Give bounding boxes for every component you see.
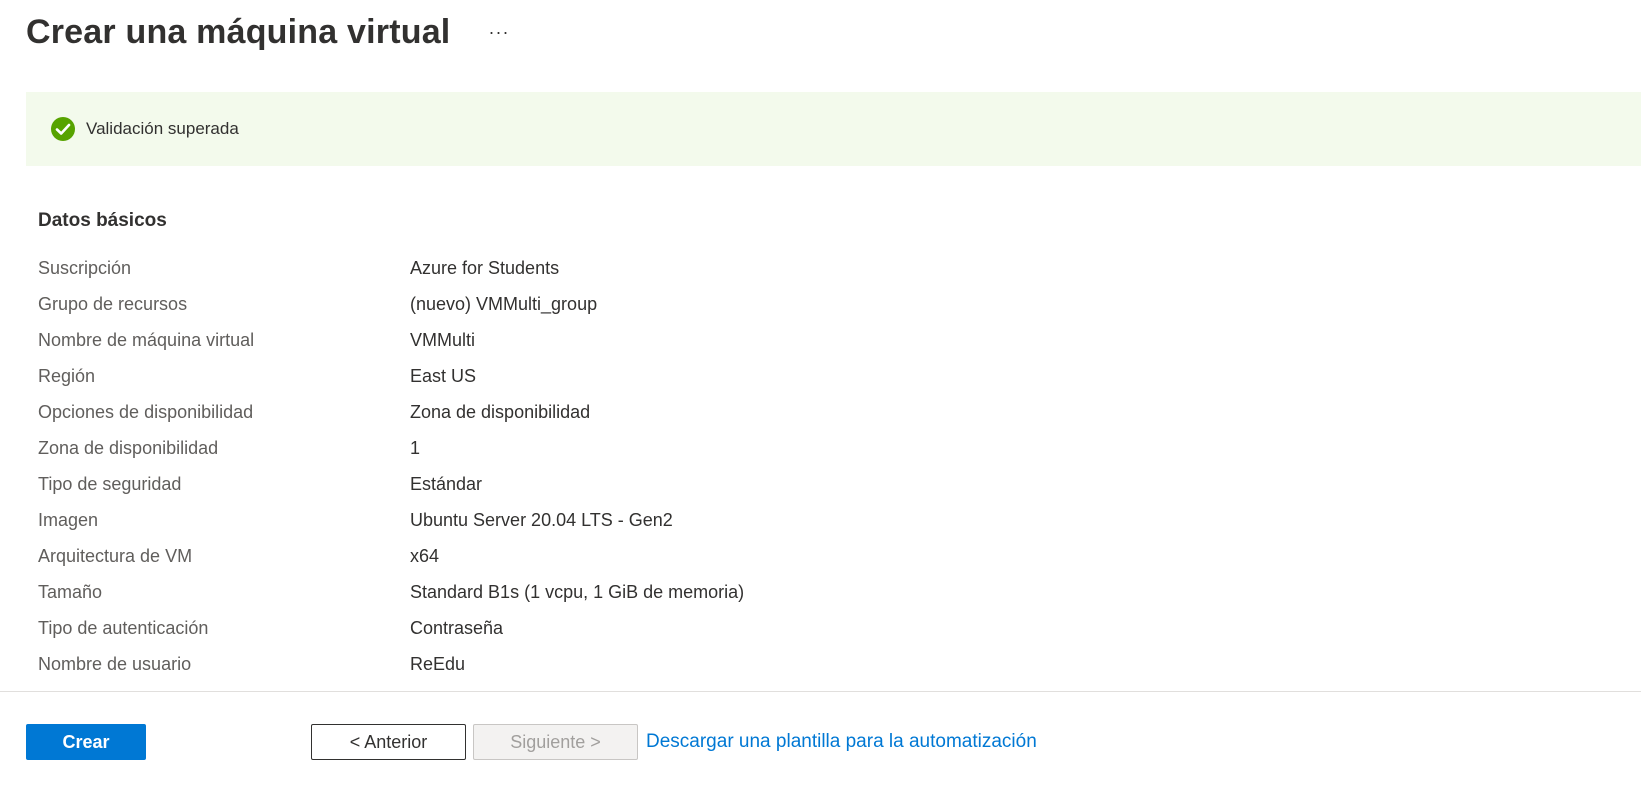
summary-value: Estándar bbox=[410, 473, 483, 494]
summary-label: Región bbox=[38, 365, 96, 386]
summary-row: Suscripción Azure for Students bbox=[38, 250, 1238, 286]
summary-row: Región East US bbox=[38, 358, 1238, 394]
summary-label: Opciones de disponibilidad bbox=[38, 401, 254, 422]
previous-button[interactable]: < Anterior bbox=[311, 724, 466, 760]
check-circle-icon bbox=[50, 116, 76, 142]
summary-label: Tipo de autenticación bbox=[38, 617, 209, 638]
summary-value: Contraseña bbox=[410, 617, 504, 638]
summary-label: Nombre de usuario bbox=[38, 653, 192, 674]
summary-label: Tipo de seguridad bbox=[38, 473, 182, 494]
summary-row: Tamaño Standard B1s (1 vcpu, 1 GiB de me… bbox=[38, 574, 1238, 610]
more-options-button[interactable]: ··· bbox=[488, 8, 509, 56]
summary-label: Imagen bbox=[38, 509, 99, 530]
page-title: Crear una máquina virtual bbox=[26, 13, 451, 51]
section-title-basics: Datos básicos bbox=[38, 210, 167, 231]
summary-label: Suscripción bbox=[38, 257, 132, 278]
summary-value: Azure for Students bbox=[410, 257, 560, 278]
next-button: Siguiente > bbox=[473, 724, 638, 760]
summary-value: East US bbox=[410, 365, 477, 386]
summary-value: 1 bbox=[410, 437, 421, 458]
summary-label: Arquitectura de VM bbox=[38, 545, 193, 566]
summary-row: Imagen Ubuntu Server 20.04 LTS - Gen2 bbox=[38, 502, 1238, 538]
summary-value: Zona de disponibilidad bbox=[410, 401, 591, 422]
summary-value: Ubuntu Server 20.04 LTS - Gen2 bbox=[410, 509, 673, 530]
summary-row: Nombre de usuario ReEdu bbox=[38, 646, 1238, 682]
summary-label: Grupo de recursos bbox=[38, 293, 188, 314]
summary-label: Nombre de máquina virtual bbox=[38, 329, 255, 350]
summary-label: Tamaño bbox=[38, 581, 103, 602]
summary-row: Zona de disponibilidad 1 bbox=[38, 430, 1238, 466]
download-template-link[interactable]: Descargar una plantilla para la automati… bbox=[646, 724, 1037, 760]
summary-value: x64 bbox=[410, 545, 440, 566]
validation-status-text: Validación superada bbox=[86, 119, 239, 138]
create-vm-page: Crear una máquina virtual ··· Validación… bbox=[0, 0, 1641, 795]
summary-value: VMMulti bbox=[410, 329, 476, 350]
summary-row: Grupo de recursos (nuevo) VMMulti_group bbox=[38, 286, 1238, 322]
footer-divider bbox=[0, 691, 1641, 692]
summary-value: ReEdu bbox=[410, 653, 466, 674]
page-header: Crear una máquina virtual ··· bbox=[26, 8, 509, 56]
summary-value: Standard B1s (1 vcpu, 1 GiB de memoria) bbox=[410, 581, 745, 602]
validation-banner: Validación superada bbox=[26, 92, 1641, 166]
summary-row: Opciones de disponibilidad Zona de dispo… bbox=[38, 394, 1238, 430]
summary-value: (nuevo) VMMulti_group bbox=[410, 293, 598, 314]
basics-summary: Suscripción Azure for Students Grupo de … bbox=[38, 250, 1238, 682]
summary-label: Zona de disponibilidad bbox=[38, 437, 219, 458]
summary-row: Tipo de seguridad Estándar bbox=[38, 466, 1238, 502]
summary-row: Nombre de máquina virtual VMMulti bbox=[38, 322, 1238, 358]
summary-row: Arquitectura de VM x64 bbox=[38, 538, 1238, 574]
summary-row: Tipo de autenticación Contraseña bbox=[38, 610, 1238, 646]
create-button[interactable]: Crear bbox=[26, 724, 146, 760]
